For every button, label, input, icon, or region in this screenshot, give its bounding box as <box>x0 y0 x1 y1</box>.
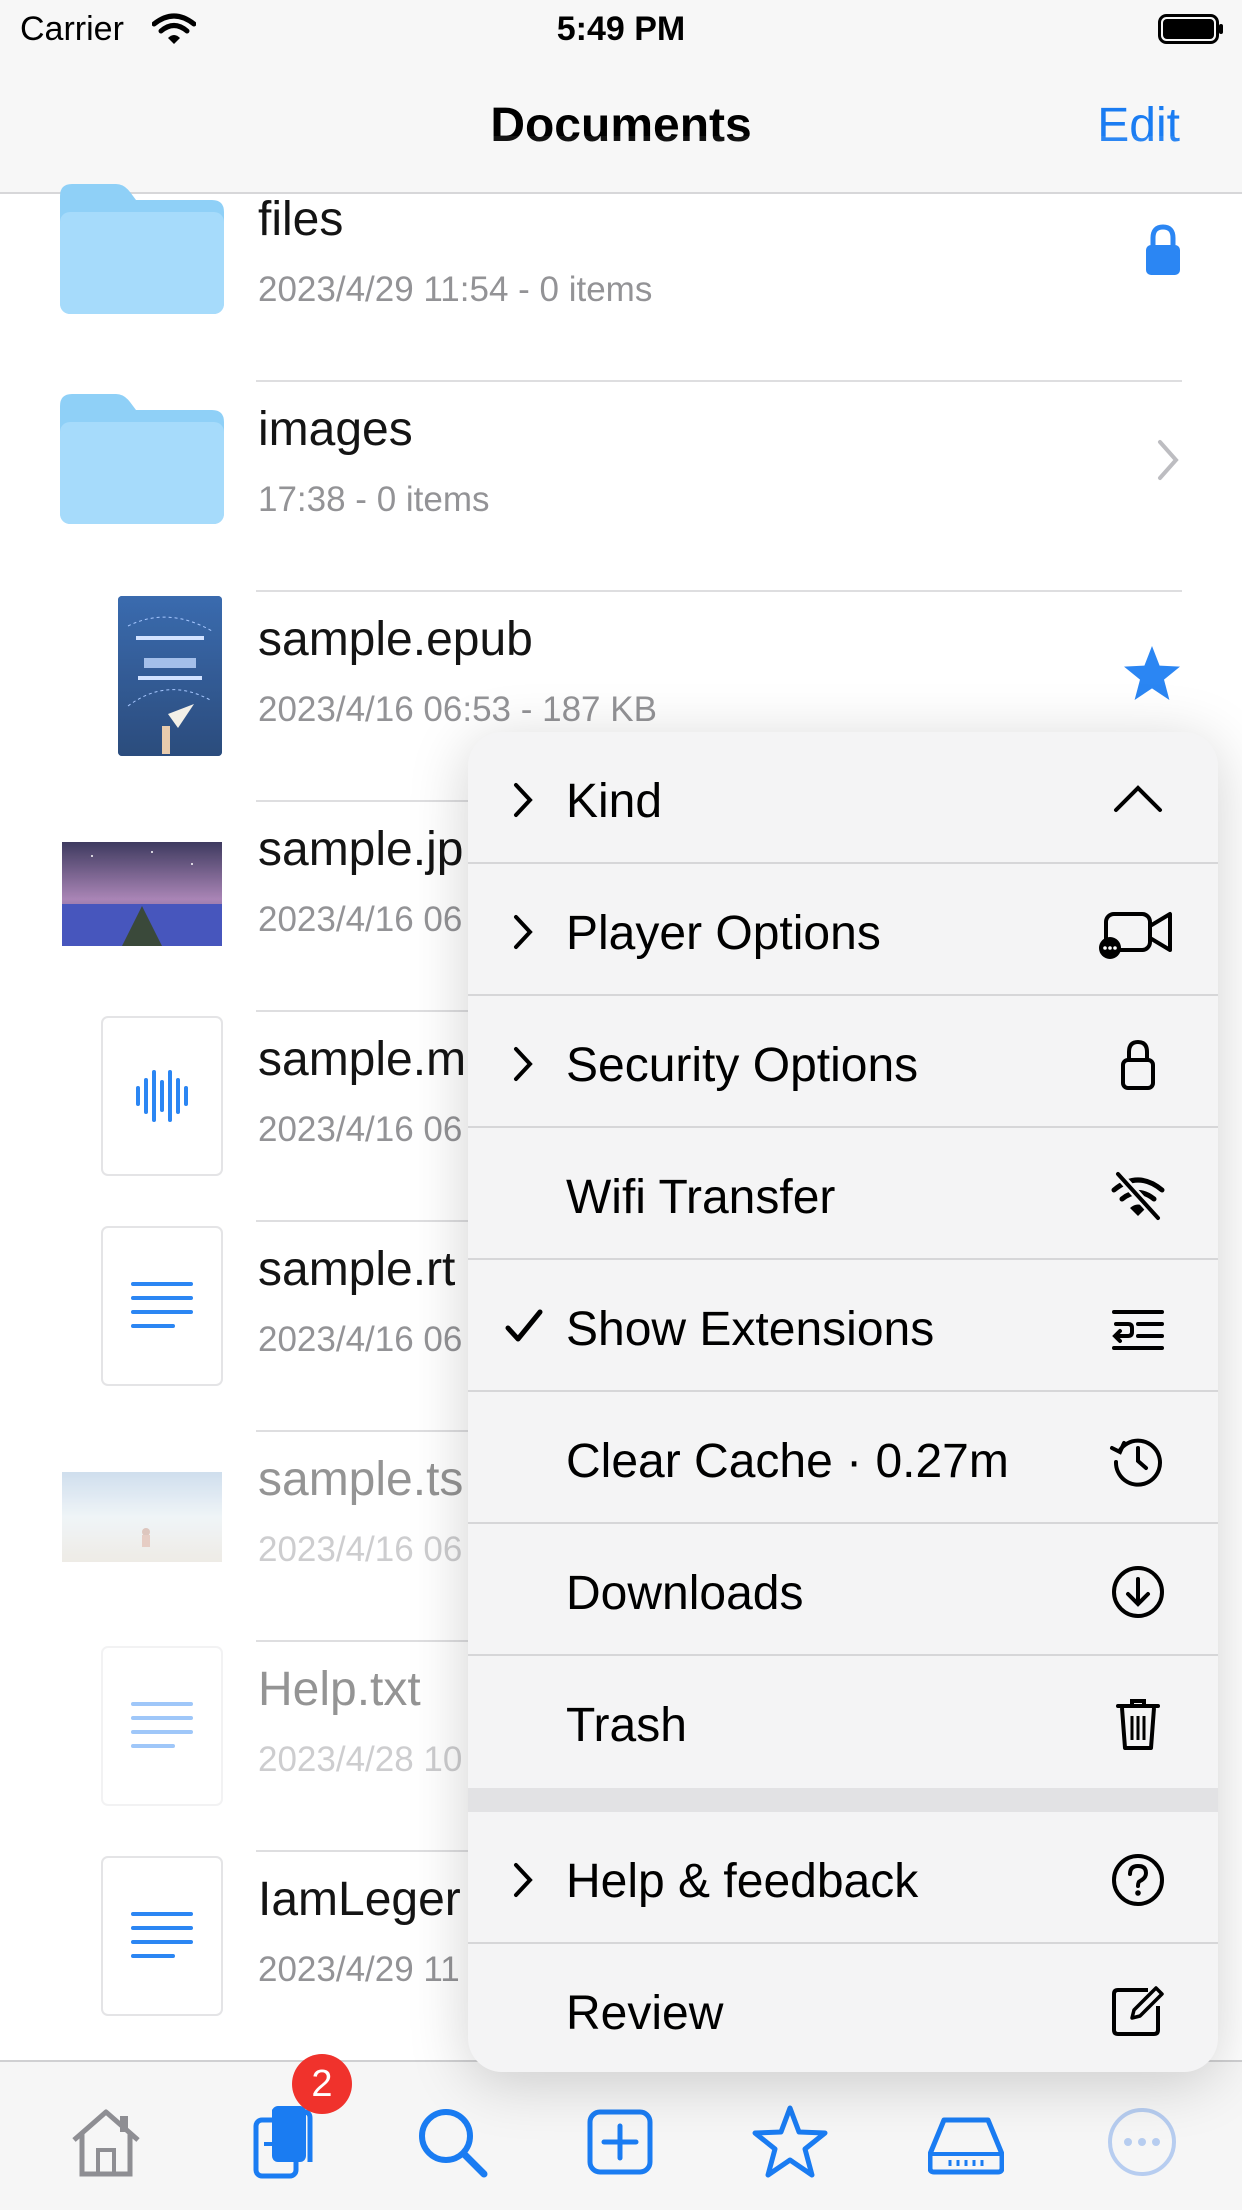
menu-item-trash[interactable]: Trash <box>468 1656 1218 1788</box>
home-icon[interactable] <box>66 2102 146 2182</box>
page-title: Documents <box>490 99 752 152</box>
options-menu: Kind Player Options Security Options Wif… <box>468 732 1218 2072</box>
search-icon[interactable] <box>412 2102 492 2182</box>
menu-item-label: Downloads <box>566 1567 804 1620</box>
documents-badge: 2 <box>292 2054 352 2114</box>
file-name: images <box>258 403 413 456</box>
menu-item-player-options[interactable]: Player Options <box>468 864 1218 996</box>
menu-item-label: Help & feedback <box>566 1855 919 1908</box>
folder-icon <box>60 184 224 314</box>
video-camera-icon <box>1099 912 1172 959</box>
file-name: Help.txt <box>258 1663 421 1716</box>
menu-item-wifi-transfer[interactable]: Wifi Transfer <box>468 1128 1218 1260</box>
more-icon[interactable] <box>1102 2102 1182 2182</box>
star-icon[interactable] <box>1122 644 1182 702</box>
lock-outline-icon <box>1121 1039 1155 1090</box>
file-name: files <box>258 193 344 246</box>
text-document-icon <box>101 1646 223 1806</box>
file-meta: 2023/4/16 06 <box>258 1320 463 1359</box>
menu-item-help-feedback[interactable]: Help & feedback <box>468 1812 1218 1944</box>
book-cover-thumbnail <box>118 596 222 756</box>
file-name: sample.m <box>258 1033 467 1086</box>
file-meta: 2023/4/28 10 <box>258 1740 463 1779</box>
menu-item-label: Kind <box>566 775 663 828</box>
chevron-right-icon <box>1158 440 1179 480</box>
chevron-up-icon <box>1114 785 1162 812</box>
file-name: sample.jp <box>258 823 464 876</box>
file-meta: 2023/4/16 06:53 - 187 KB <box>258 690 657 729</box>
chevron-right-icon <box>514 1047 533 1081</box>
status-bar: Carrier 5:49 PM <box>0 0 1242 62</box>
chevron-right-icon <box>514 1863 533 1897</box>
documents-icon[interactable] <box>242 2102 322 2182</box>
list-item[interactable]: files 2023/4/29 11:54 - 0 items <box>0 172 1242 382</box>
list-item[interactable]: images 17:38 - 0 items <box>0 382 1242 592</box>
video-thumbnail <box>62 1472 222 1562</box>
menu-item-label: Clear Cache · 0.27m <box>566 1435 1009 1488</box>
file-meta: 2023/4/16 06 <box>258 1110 463 1149</box>
question-circle-icon <box>1112 1854 1164 1906</box>
menu-item-label: Review <box>566 1987 724 2040</box>
menu-item-security-options[interactable]: Security Options <box>468 996 1218 1128</box>
menu-item-review[interactable]: Review <box>468 1944 1218 2072</box>
status-time: 5:49 PM <box>556 10 686 48</box>
menu-item-show-extensions[interactable]: Show Extensions <box>468 1260 1218 1392</box>
file-meta: 17:38 - 0 items <box>258 480 490 519</box>
chevron-right-icon <box>514 915 533 949</box>
menu-item-clear-cache[interactable]: Clear Cache · 0.27m <box>468 1392 1218 1524</box>
lock-icon[interactable] <box>1144 224 1182 276</box>
menu-item-downloads[interactable]: Downloads <box>468 1524 1218 1656</box>
photo-thumbnail <box>62 842 222 946</box>
menu-item-label: Security Options <box>566 1039 919 1092</box>
file-name: sample.epub <box>258 613 533 666</box>
audio-waveform-icon <box>101 1016 223 1176</box>
file-meta: 2023/4/29 11:54 - 0 items <box>258 270 653 309</box>
history-clock-icon <box>1110 1438 1162 1487</box>
menu-item-label: Player Options <box>566 907 881 960</box>
file-meta: 2023/4/29 11 <box>258 1950 460 1989</box>
edit-button[interactable]: Edit <box>1097 98 1180 153</box>
file-name: IamLeger <box>258 1873 461 1926</box>
download-circle-icon <box>1112 1566 1164 1618</box>
text-document-icon <box>101 1856 223 2016</box>
menu-item-label: Wifi Transfer <box>566 1171 836 1224</box>
file-meta: 2023/4/16 06 <box>258 1530 463 1569</box>
text-document-icon <box>101 1226 223 1386</box>
trash-icon <box>1116 1699 1160 1750</box>
file-name: sample.ts <box>258 1453 464 1506</box>
compose-icon <box>1112 1986 1164 2036</box>
chevron-right-icon <box>514 783 533 817</box>
menu-item-kind[interactable]: Kind <box>468 732 1218 864</box>
menu-section-gap <box>468 1788 1218 1812</box>
drive-icon[interactable] <box>928 2102 1004 2182</box>
favorites-star-icon[interactable] <box>750 2102 830 2182</box>
battery-icon <box>1158 14 1223 44</box>
add-icon[interactable] <box>580 2102 660 2182</box>
file-meta: 2023/4/16 06 <box>258 900 463 939</box>
menu-item-label: Trash <box>566 1699 687 1752</box>
file-name: sample.rt <box>258 1243 456 1296</box>
tab-bar <box>0 2060 1242 2210</box>
checkmark-icon <box>505 1309 543 1342</box>
text-list-icon <box>1112 1310 1164 1350</box>
wifi-slash-icon <box>1111 1170 1165 1222</box>
menu-item-label: Show Extensions <box>566 1303 935 1356</box>
folder-icon <box>60 394 224 524</box>
